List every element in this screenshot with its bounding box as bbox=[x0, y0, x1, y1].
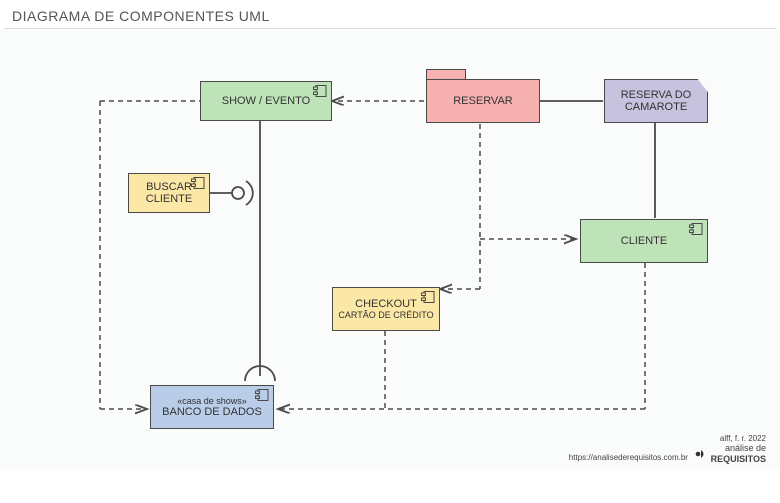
note-reserva-camarote: RESERVA DO CAMAROTE bbox=[604, 79, 708, 123]
component-icon bbox=[313, 85, 327, 97]
component-banco-de-dados: «casa de shows» BANCO DE DADOS bbox=[150, 385, 274, 429]
component-icon bbox=[255, 389, 269, 401]
component-buscar-cliente: BUSCAR CLIENTE bbox=[128, 173, 210, 213]
brand-line2: REQUISITOS bbox=[711, 454, 766, 464]
label: RESERVAR bbox=[453, 95, 513, 107]
label: SHOW / EVENTO bbox=[222, 95, 310, 107]
label-line2: CARTÃO DE CRÉDITO bbox=[338, 310, 433, 320]
component-icon bbox=[191, 177, 205, 189]
footer: alff, f. r. 2022 https://analisederequis… bbox=[569, 434, 766, 465]
label-line1: BUSCAR bbox=[146, 181, 192, 193]
component-icon bbox=[421, 291, 435, 303]
label-line1: CHECKOUT bbox=[355, 298, 417, 310]
brand-icon bbox=[695, 448, 707, 460]
stereotype: «casa de shows» bbox=[177, 396, 247, 406]
label-line2: CAMAROTE bbox=[625, 101, 687, 113]
label: BANCO DE DADOS bbox=[162, 406, 262, 418]
label: CLIENTE bbox=[621, 235, 667, 247]
label-line1: RESERVA DO bbox=[621, 89, 692, 101]
brand-line1: análise de bbox=[725, 443, 766, 453]
component-icon bbox=[689, 223, 703, 235]
footer-credit: alff, f. r. 2022 bbox=[569, 434, 766, 444]
component-cliente: CLIENTE bbox=[580, 219, 708, 263]
diagram-canvas: SHOW / EVENTO BUSCAR CLIENTE RESERVAR RE… bbox=[0, 29, 780, 469]
footer-url: https://analisederequisitos.com.br bbox=[569, 453, 688, 462]
page-title: DIAGRAMA DE COMPONENTES UML bbox=[0, 0, 780, 28]
component-checkout: CHECKOUT CARTÃO DE CRÉDITO bbox=[332, 287, 440, 331]
label-line2: CLIENTE bbox=[146, 193, 192, 205]
footer-brand: análise de REQUISITOS bbox=[695, 443, 766, 465]
package-reservar: RESERVAR bbox=[426, 79, 540, 123]
component-show-evento: SHOW / EVENTO bbox=[200, 81, 332, 121]
